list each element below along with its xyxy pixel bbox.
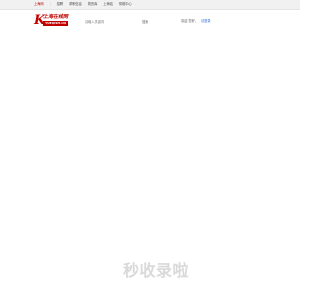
top-nav: 上海网 | 招聘 求职信息 简历库 上海站 帮助中心 <box>34 1 132 7</box>
login-link[interactable]: 请登录 <box>201 19 211 23</box>
logo-name-cn: 上海在线网 <box>43 14 69 20</box>
top-bar: 上海网 | 招聘 求职信息 简历库 上海站 帮助中心 <box>0 0 300 10</box>
user-area: 欢迎 您好， 请登录 <box>181 18 211 24</box>
watermark-text: 秒收录啦 <box>123 261 190 280</box>
top-nav-item-station[interactable]: 上海站 <box>103 1 113 7</box>
site-logo[interactable]: K 上海在线网 YUEQISH.CN <box>34 13 68 30</box>
top-nav-item-resumes[interactable]: 简历库 <box>88 1 98 7</box>
logo-name-en: YUEQISH.CN <box>43 21 68 26</box>
nav-separator: | <box>49 2 51 6</box>
search-button[interactable]: 搜索 <box>142 19 148 25</box>
top-nav-item-home[interactable]: 上海网 <box>34 1 44 7</box>
top-nav-item-job-info[interactable]: 求职信息 <box>69 1 82 7</box>
top-nav-item-help[interactable]: 帮助中心 <box>119 1 132 7</box>
top-nav-item-jobs[interactable]: 招聘 <box>57 1 63 7</box>
search-input[interactable] <box>85 19 137 25</box>
user-greeting: 欢迎 您好， <box>181 19 198 23</box>
header: K 上海在线网 YUEQISH.CN 搜索 欢迎 您好， 请登录 <box>0 10 300 32</box>
